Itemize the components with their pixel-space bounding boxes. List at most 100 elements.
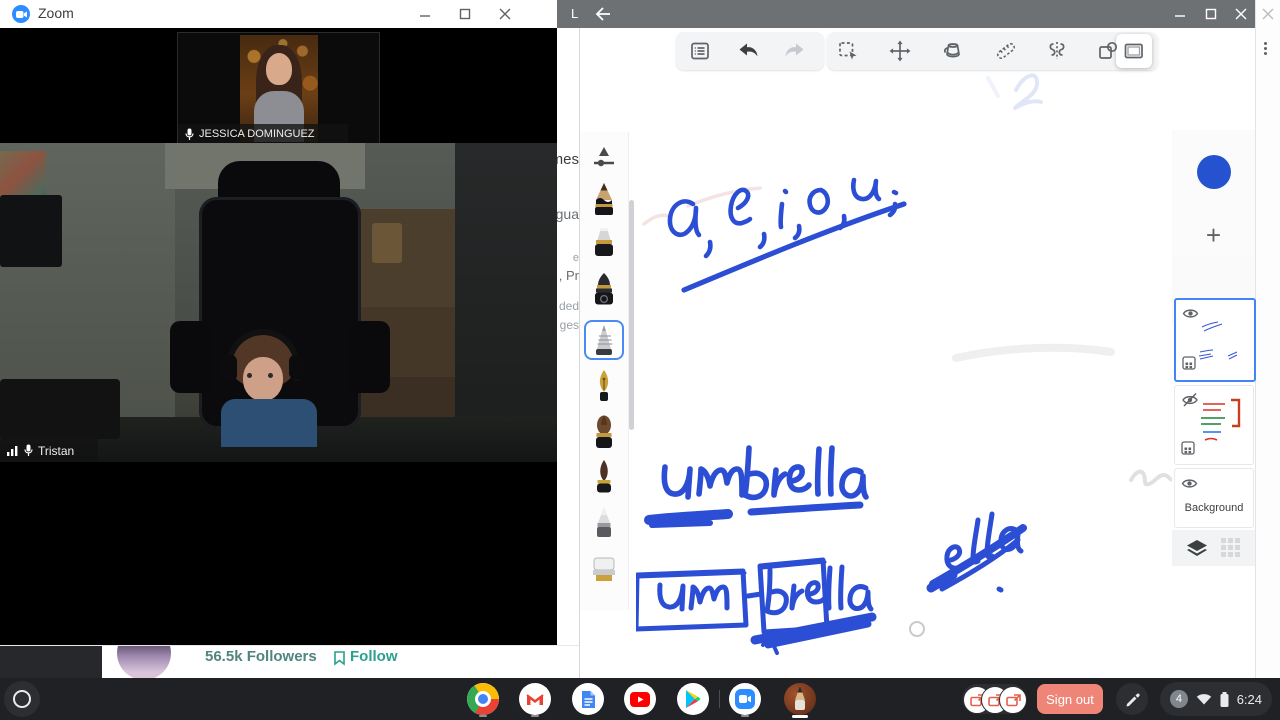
sign-out-label: Sign out xyxy=(1046,691,1094,707)
followers-count: 56.5k Followers xyxy=(205,648,317,665)
tool-fountain-pen[interactable] xyxy=(587,368,621,406)
background-page-bottom-band: 56.5k Followers Follow xyxy=(0,645,580,679)
gmail-icon[interactable] xyxy=(519,683,551,715)
zoom-maximize-button[interactable] xyxy=(452,4,478,24)
kebab-menu-icon[interactable] xyxy=(1264,40,1267,57)
tool-flat-marker[interactable] xyxy=(587,550,621,588)
tool-chisel-marker[interactable] xyxy=(587,224,621,262)
drawing-canvas[interactable] xyxy=(636,28,1172,678)
canvas-app-icon[interactable] xyxy=(784,683,816,715)
layer-options-icon[interactable] xyxy=(1181,441,1195,455)
status-tray[interactable]: 4 6:24 xyxy=(1160,682,1272,716)
canvas-running-indicator xyxy=(792,715,808,718)
tool-pen-settings[interactable] xyxy=(587,138,621,176)
wifi-icon xyxy=(1196,694,1212,705)
zoom-meeting-area: JESSICA DOMINGUEZ Tristan xyxy=(0,28,557,645)
cabinet-item xyxy=(372,223,402,263)
background-layer-label: Background xyxy=(1184,502,1244,514)
page-fragment: ges xyxy=(559,318,579,332)
cast-icon[interactable] xyxy=(999,686,1027,714)
layers-icon[interactable] xyxy=(1186,539,1208,557)
background-close-icon xyxy=(1262,8,1274,20)
stylus-icon xyxy=(1126,693,1140,707)
sidebar-scrollbar[interactable] xyxy=(629,200,634,430)
participant-name: JESSICA DOMINGUEZ xyxy=(199,128,315,140)
canvas-minimize-button[interactable] xyxy=(1167,4,1193,24)
eye-icon[interactable] xyxy=(1181,477,1198,490)
mic-icon xyxy=(185,128,194,140)
docs-icon[interactable] xyxy=(572,683,604,715)
canvas-close-button[interactable] xyxy=(1228,4,1254,24)
chrome-running-indicator xyxy=(479,715,487,717)
current-color-swatch[interactable] xyxy=(1196,155,1231,189)
pen-tool-sidebar xyxy=(580,132,629,610)
page-fragment: mes xyxy=(557,151,579,168)
layer-thumbnail-hidden[interactable] xyxy=(1174,385,1254,465)
color-section xyxy=(1172,130,1255,215)
tool-ballpoint-pen-selected[interactable] xyxy=(584,320,624,360)
speaker-nametag: Tristan xyxy=(0,439,98,462)
page-dark-section xyxy=(0,646,102,679)
main-speaker-video[interactable]: Tristan xyxy=(0,143,557,462)
desk-shelf xyxy=(0,379,120,439)
zoom-minimize-button[interactable] xyxy=(412,4,438,24)
back-arrow-icon[interactable] xyxy=(595,7,611,21)
profile-avatar xyxy=(117,646,171,679)
tool-pencil[interactable] xyxy=(587,180,621,218)
chrome-icon[interactable] xyxy=(467,683,499,715)
play-store-icon[interactable] xyxy=(677,683,709,715)
plus-icon: + xyxy=(1205,219,1222,250)
notification-count-badge: 4 xyxy=(1170,690,1188,708)
background-window-right-strip xyxy=(1255,0,1280,678)
chromeos-screen: Zoom JESSICA DOMINGUEZ Tristan es gua e … xyxy=(0,0,1280,720)
zoom-app-icon[interactable] xyxy=(729,683,761,715)
launcher-icon xyxy=(13,690,31,708)
zoom-window-titlebar: Zoom xyxy=(0,0,557,29)
page-fragment: ded xyxy=(558,299,579,313)
participant-face xyxy=(266,53,292,85)
grid-view-icon[interactable] xyxy=(1221,538,1241,558)
zoom-logo-icon xyxy=(12,5,30,23)
tool-round-brush[interactable] xyxy=(587,414,621,452)
gmail-running-indicator xyxy=(531,715,539,717)
background-page-strip: mes gua e , Pr ded ges xyxy=(557,28,580,645)
ink-um-boxed xyxy=(636,568,764,632)
background-tab-letter: L xyxy=(571,6,579,21)
layer-background[interactable]: Background xyxy=(1174,468,1254,528)
child-shirt xyxy=(221,399,317,447)
canvas-maximize-button[interactable] xyxy=(1198,4,1224,24)
zoom-running-indicator xyxy=(741,715,749,717)
panel-bottom-bar xyxy=(1172,530,1255,566)
stylus-tools-button[interactable] xyxy=(1116,683,1148,715)
tool-pastel[interactable] xyxy=(587,504,621,542)
page-fragment: , Pr xyxy=(558,268,579,283)
tool-pointed-brush[interactable] xyxy=(587,458,621,496)
sign-out-button[interactable]: Sign out xyxy=(1037,684,1103,714)
speaker-name: Tristan xyxy=(38,443,75,458)
ghost-ink-right xyxy=(1129,469,1172,487)
ink-ella xyxy=(926,511,1027,593)
participant-thumbnail-video[interactable]: JESSICA DOMINGUEZ xyxy=(177,32,380,145)
youtube-icon[interactable] xyxy=(624,683,656,715)
follow-button[interactable]: Follow xyxy=(350,648,398,665)
layer-thumbnail-active[interactable] xyxy=(1174,298,1256,382)
shelf-separator xyxy=(719,690,720,708)
participant-nametag: JESSICA DOMINGUEZ xyxy=(178,124,348,144)
chair-arm-right xyxy=(348,321,390,393)
ink-vowels xyxy=(667,177,907,293)
launcher-button[interactable] xyxy=(4,681,40,717)
chair-backrest xyxy=(199,197,361,429)
layer-options-icon[interactable] xyxy=(1182,356,1196,370)
headphone-cup-left xyxy=(221,355,237,381)
zoom-close-button[interactable] xyxy=(492,4,518,24)
add-layer-button[interactable]: + xyxy=(1172,214,1255,257)
tv-screen xyxy=(0,195,62,267)
headphone-cup-right xyxy=(289,355,303,379)
follow-bookmark-icon xyxy=(334,651,345,666)
zoom-window-title: Zoom xyxy=(38,5,74,21)
battery-icon xyxy=(1220,691,1229,707)
clock: 6:24 xyxy=(1236,691,1263,707)
tool-airbrush[interactable] xyxy=(587,270,621,308)
ghost-ink-mid xyxy=(952,343,1115,362)
ink-strokes xyxy=(636,73,1172,655)
